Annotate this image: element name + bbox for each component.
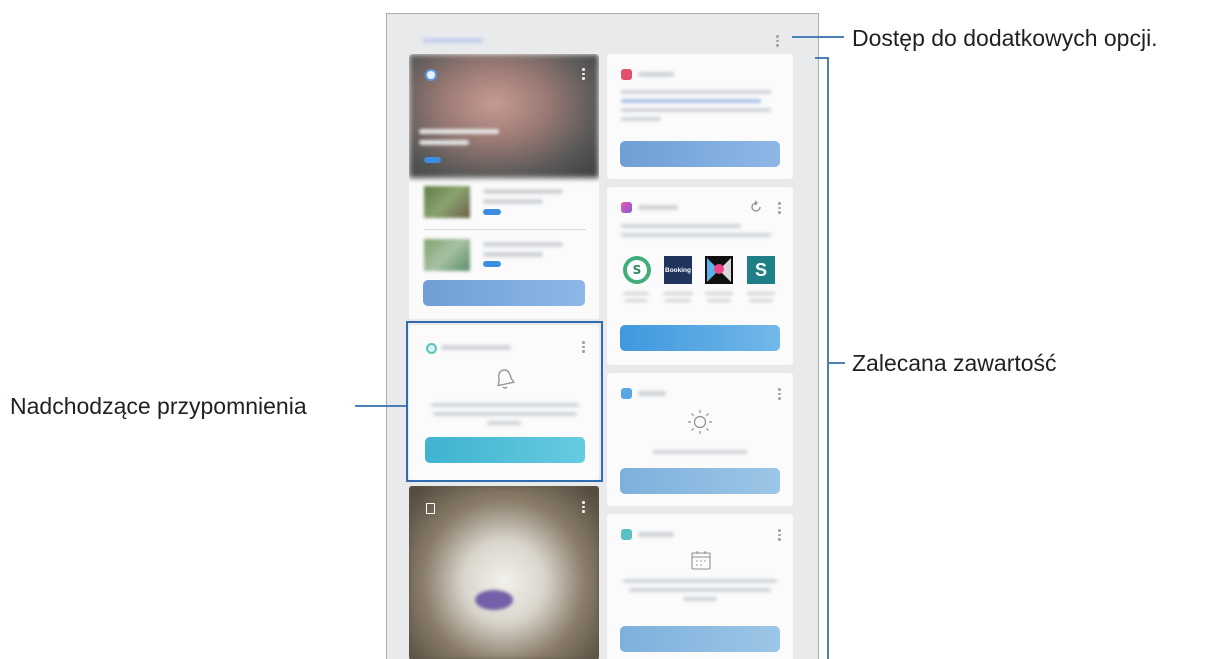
- app-tile-label: Booking: [665, 266, 691, 274]
- article-line: [483, 252, 543, 257]
- card-title: [638, 532, 674, 537]
- recommended-apps-card[interactable]: S Booking S: [607, 187, 793, 365]
- app-tile[interactable]: S: [747, 256, 775, 284]
- headline-line: [419, 140, 469, 145]
- dog-photo: [409, 486, 599, 659]
- refresh-icon[interactable]: [749, 200, 763, 214]
- reminders-callout-line: [355, 405, 406, 407]
- dog-bowtie: [475, 590, 513, 610]
- reminders-callout: Nadchodzące przypomnienia: [10, 393, 307, 419]
- info-line: [621, 224, 741, 228]
- card-menu-icon[interactable]: [778, 529, 782, 543]
- calendar-icon: [691, 551, 711, 570]
- app-icon: [621, 69, 632, 80]
- app-name: [623, 292, 649, 295]
- app-tile[interactable]: [705, 256, 733, 284]
- gallery-icon: [426, 503, 435, 514]
- info-line: [683, 597, 717, 601]
- weather-button[interactable]: [620, 468, 780, 494]
- app-icon: [621, 388, 632, 399]
- card-title: [638, 391, 666, 396]
- app-name: [747, 292, 775, 295]
- info-line: [621, 99, 761, 103]
- card-title: [638, 205, 678, 210]
- info-line: [621, 233, 771, 237]
- info-line: [623, 579, 777, 583]
- card-menu-icon[interactable]: [778, 202, 782, 216]
- article-line: [483, 189, 563, 194]
- news-card[interactable]: [409, 54, 599, 319]
- more-options-callout-line: [792, 36, 844, 38]
- card-menu-icon[interactable]: [582, 68, 586, 82]
- calendar-card[interactable]: [607, 514, 793, 659]
- more-options-callout: Dostęp do dodatkowych opcji.: [852, 25, 1158, 51]
- app-name: [625, 299, 647, 302]
- recommended-bracket: [827, 57, 829, 659]
- app-name: [665, 299, 691, 302]
- article-thumbnail[interactable]: [424, 186, 470, 218]
- info-line: [621, 108, 771, 112]
- weather-card[interactable]: [607, 373, 793, 506]
- info-line: [629, 588, 771, 592]
- app-icon: [621, 202, 632, 213]
- card-menu-icon[interactable]: [582, 501, 586, 515]
- recommended-card[interactable]: [607, 54, 793, 179]
- header-title: [423, 38, 483, 43]
- install-button[interactable]: [620, 325, 780, 351]
- article-thumbnail[interactable]: [424, 239, 470, 271]
- app-tile-label: S: [627, 260, 647, 280]
- info-line: [653, 450, 747, 454]
- more-options-icon[interactable]: [776, 35, 780, 49]
- article-line: [483, 199, 543, 204]
- sun-icon: [688, 410, 712, 434]
- divider: [424, 229, 586, 230]
- info-line: [621, 90, 771, 94]
- reminders-highlight: [406, 321, 603, 482]
- app-icon: [621, 529, 632, 540]
- app-icon: [425, 69, 437, 81]
- photo-card[interactable]: [409, 486, 599, 659]
- app-name: [749, 299, 773, 302]
- app-tile[interactable]: Booking: [664, 256, 692, 284]
- app-name: [705, 292, 733, 295]
- app-name: [663, 292, 693, 295]
- source-badge: [483, 261, 501, 267]
- recommended-callout: Zalecana zawartość: [852, 350, 1057, 376]
- headline-line: [419, 129, 499, 134]
- app-name: [707, 299, 731, 302]
- card-title: [638, 72, 674, 77]
- view-more-button[interactable]: [423, 280, 585, 306]
- source-badge: [483, 209, 501, 215]
- info-line: [621, 117, 661, 121]
- app-tile[interactable]: S: [623, 256, 651, 284]
- calendar-button[interactable]: [620, 626, 780, 652]
- article-line: [483, 242, 563, 247]
- action-button[interactable]: [620, 141, 780, 167]
- recommended-callout-line: [827, 362, 845, 364]
- app-tile-label: S: [754, 259, 767, 280]
- source-badge: [424, 157, 441, 163]
- card-menu-icon[interactable]: [778, 388, 782, 402]
